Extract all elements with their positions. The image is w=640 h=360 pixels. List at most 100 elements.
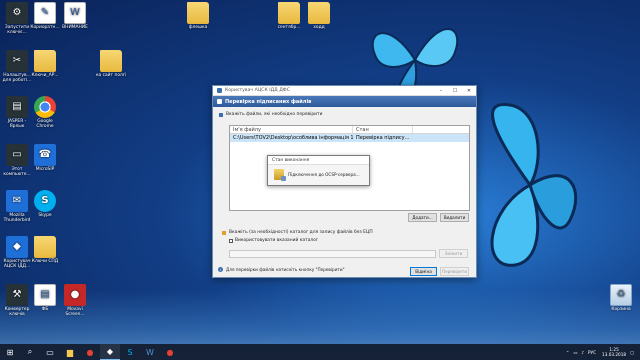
chrome-taskbar-icon[interactable]: ● <box>80 344 100 360</box>
computer-icon: ▤ <box>6 96 28 118</box>
window-titlebar[interactable]: Користувач АЦСК ІДД ДФС – ☐ ✕ <box>213 86 476 96</box>
windows-start-icon[interactable]: ⊞ <box>0 344 20 360</box>
desktop-icon-label: Skype <box>38 213 52 218</box>
recycle-bin-icon: ♻ <box>610 284 632 306</box>
desktop-icon-label: Ключи_АР... <box>31 73 59 78</box>
desktop-icon-label: MicroSIP <box>35 167 55 172</box>
file-name-cell: C:\Users\TOV2\Desktop\особлива інформаці… <box>233 135 353 141</box>
task-view-icon[interactable]: ▭ <box>40 344 60 360</box>
dialog-header: Перевірка підписаних файлів <box>213 96 476 107</box>
recycle-bin[interactable]: ♻ Корзина <box>604 284 638 312</box>
file-explorer-icon[interactable]: ▆ <box>60 344 80 360</box>
chrome-icon <box>34 96 56 118</box>
maximize-button[interactable]: ☐ <box>448 86 462 95</box>
progress-popup: Стан виконання Підключення до OCSP-серве… <box>267 155 370 186</box>
thunderbird-icon: ✉ <box>6 190 28 212</box>
search-icon[interactable]: ⌕ <box>20 344 40 360</box>
verify-icon <box>217 99 222 104</box>
info-row: i Для перевірки файлів натисніть кнопку … <box>218 267 345 272</box>
user-app-taskbar-icon[interactable]: ◆ <box>100 344 120 360</box>
files-icon <box>219 112 223 117</box>
volume-icon[interactable]: ♪ <box>581 350 584 355</box>
converter-icon: ⚒ <box>6 284 28 306</box>
desktop-icon-label: ВНИМАНИЕ <box>62 25 88 30</box>
table-row[interactable]: C:\Users\TOV2\Desktop\особлива інформаці… <box>230 134 469 142</box>
desktop-icon[interactable]: S Skype <box>28 190 62 218</box>
desktop-icon[interactable]: ходд <box>302 2 336 30</box>
movavi-icon: ● <box>64 284 86 306</box>
output-dir-input[interactable] <box>229 250 436 258</box>
cancel-button[interactable]: Відміна <box>410 267 437 276</box>
desktop-icon[interactable]: ● Movavi Screen... <box>58 284 92 317</box>
column-header-name[interactable]: Ім'я файлу <box>230 126 353 133</box>
info-icon: i <box>218 267 223 272</box>
desktop-icon[interactable]: сентябр... <box>272 2 306 30</box>
desktop-icon-label: ФБ <box>41 307 49 312</box>
select-files-section: Вкажіть файли, які необхідно перевірити <box>219 112 470 117</box>
output-dir-section: Вкажіть (за необхідності) каталог для за… <box>222 230 373 235</box>
skype-taskbar-icon[interactable]: S <box>120 344 140 360</box>
close-button[interactable]: ✕ <box>462 86 476 95</box>
use-dir-label: Використовувати вказаний каталог <box>235 238 319 243</box>
window-title: Користувач АЦСК ІДД ДФС <box>225 88 290 93</box>
system-tray: ⌃ ▭ ♪ РУС 1:25 13.03.2018 ▢ <box>562 347 640 357</box>
this-pc-icon: ▭ <box>6 144 28 166</box>
desktop-icon[interactable]: Ключи_АР... <box>28 50 62 78</box>
column-header-state[interactable]: Стан <box>353 126 413 133</box>
desktop-icon-label: флешка <box>188 25 208 30</box>
info-text: Для перевірки файлів натисніть кнопку "П… <box>226 267 345 272</box>
desktop-icon-label: Movavi Screen... <box>65 307 85 318</box>
tools-icon: ✂ <box>6 50 28 72</box>
folder-icon <box>308 2 330 24</box>
word-taskbar-icon[interactable]: W <box>140 344 160 360</box>
dialog-header-title: Перевірка підписаних файлів <box>225 98 312 105</box>
desktop-icon[interactable]: Ключи СПД <box>28 236 62 264</box>
add-button[interactable]: Додати... <box>408 213 437 222</box>
desktop-icon-label: сентябр... <box>277 25 301 30</box>
clock[interactable]: 1:25 13.03.2018 <box>602 347 626 357</box>
folder-icon <box>100 50 122 72</box>
butterfly-large-decoration <box>490 102 578 267</box>
desktop-icon[interactable]: ☎ MicroSIP <box>28 144 62 172</box>
document-icon: ✎ <box>34 2 56 24</box>
folder-small-icon <box>222 230 226 235</box>
document-icon: ▤ <box>34 284 56 306</box>
phone-icon: ☎ <box>34 144 56 166</box>
app-icon <box>217 88 222 93</box>
desktop-icon[interactable]: Google Chrome <box>28 96 62 129</box>
desktop-icon[interactable]: флешка <box>181 2 215 30</box>
shortcut-icon: ⚙ <box>6 2 28 24</box>
network-icon[interactable]: ▭ <box>573 350 577 355</box>
popup-title: Стан виконання <box>268 156 369 165</box>
ocsp-connection-icon <box>274 169 286 181</box>
output-dir-label: Вкажіть (за необхідності) каталог для за… <box>229 230 373 235</box>
notifications-icon[interactable]: ▢ <box>630 350 634 355</box>
file-state-cell: Перевірка підпису... <box>356 135 410 141</box>
remove-button[interactable]: Видалити <box>440 213 469 222</box>
user-app-icon: ◆ <box>6 236 28 258</box>
folder-icon <box>278 2 300 24</box>
word-document-icon: W <box>64 2 86 24</box>
folder-icon <box>34 50 56 72</box>
desktop-icon-label: Ключи СПД <box>31 259 59 264</box>
use-dir-checkbox[interactable] <box>229 238 233 243</box>
skype-icon: S <box>34 190 56 212</box>
minimize-button[interactable]: – <box>434 86 448 95</box>
tray-chevron-icon[interactable]: ⌃ <box>566 350 570 355</box>
select-files-label: Вкажіть файли, які необхідно перевірити <box>226 112 323 117</box>
verify-button[interactable]: Перевірити <box>440 267 469 276</box>
use-dir-row[interactable]: Використовувати вказаний каталог <box>229 238 318 243</box>
desktop-icon[interactable]: W ВНИМАНИЕ <box>58 2 92 30</box>
movavi-taskbar-icon[interactable]: ● <box>160 344 180 360</box>
desktop-icon[interactable]: на сайт полгі <box>94 50 128 78</box>
folder-icon <box>34 236 56 258</box>
desktop-icon-label: ходд <box>313 25 325 30</box>
table-header: Ім'я файлу Стан <box>230 126 469 134</box>
popup-message: Підключення до OCSP-сервера... <box>288 172 360 177</box>
language-indicator[interactable]: РУС <box>588 350 596 355</box>
desktop-icon[interactable]: ▤ ФБ <box>28 284 62 312</box>
recycle-bin-label: Корзина <box>611 307 631 312</box>
desktop-icon[interactable]: ✎ Кориоратн... <box>28 2 62 30</box>
change-dir-button[interactable]: Змінити <box>439 249 468 258</box>
desktop-icon-label: Кориоратн... <box>30 25 60 30</box>
